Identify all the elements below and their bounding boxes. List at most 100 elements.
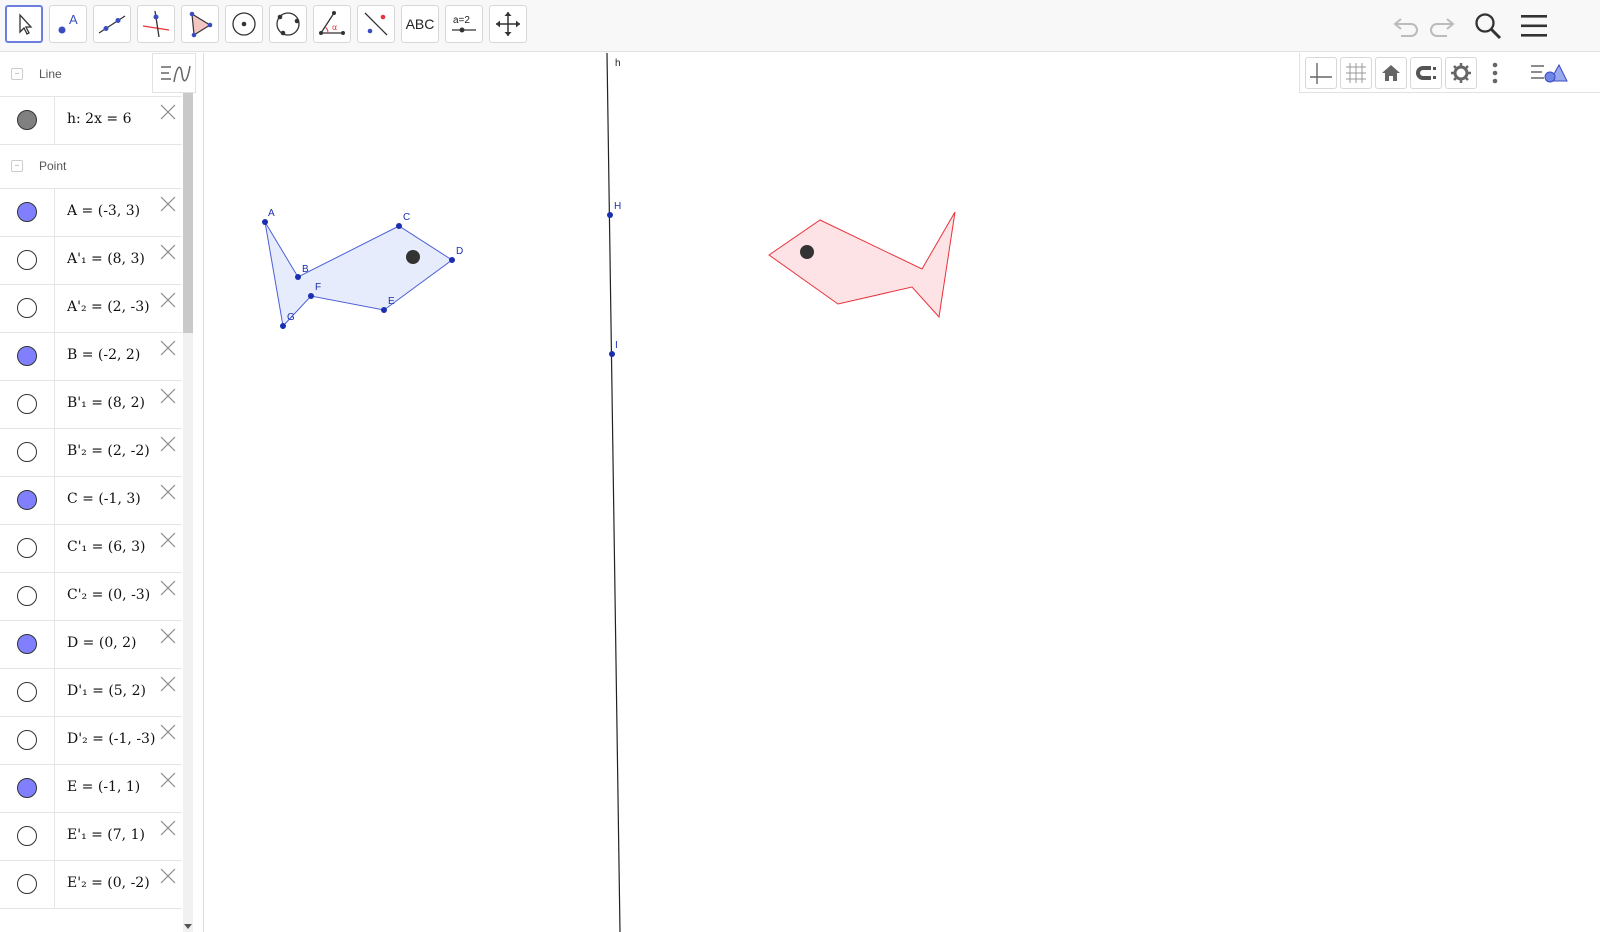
list-item[interactable]: D'₁ = (5, 2) [0,669,182,717]
algebra-expression[interactable]: B'₁ = (8, 2) [67,395,145,411]
polygon-tool[interactable] [181,5,219,43]
list-item[interactable]: D = (0, 2) [0,621,182,669]
delete-icon[interactable] [159,819,177,837]
delete-icon[interactable] [159,627,177,645]
delete-icon[interactable] [159,771,177,789]
visibility-toggle[interactable] [0,97,55,144]
delete-icon[interactable] [159,387,177,405]
delete-icon[interactable] [159,435,177,453]
blue-polygon[interactable] [264,221,453,328]
more-options-button[interactable] [1490,59,1500,87]
algebra-expression[interactable]: B'₂ = (2, -2) [67,443,150,459]
list-item[interactable]: B'₂ = (2, -2) [0,429,182,477]
visibility-toggle[interactable] [0,669,55,716]
point-E[interactable] [381,307,387,313]
delete-icon[interactable] [159,103,177,121]
visibility-toggle[interactable] [0,189,55,236]
undo-button[interactable] [1390,10,1422,42]
main-menu-button[interactable] [1518,10,1550,42]
algebra-expression[interactable]: C'₂ = (0, -3) [67,587,150,603]
point-I[interactable] [609,351,615,357]
visibility-toggle[interactable] [0,813,55,860]
algebra-expression[interactable]: A'₁ = (8, 3) [67,251,145,267]
delete-icon[interactable] [159,483,177,501]
algebra-expression[interactable]: A'₂ = (2, -3) [67,299,150,315]
perpendicular-tool[interactable] [137,5,175,43]
delete-icon[interactable] [159,867,177,885]
delete-icon[interactable] [159,243,177,261]
list-item[interactable]: E'₂ = (0, -2) [0,861,182,909]
list-item[interactable]: h: 2x = 6 [0,97,182,145]
line-h[interactable] [606,53,621,932]
point-C[interactable] [396,223,402,229]
algebra-expression[interactable]: E = (-1, 1) [67,779,140,795]
delete-icon[interactable] [159,339,177,357]
algebra-expression[interactable]: C = (-1, 3) [67,491,141,507]
visibility-toggle[interactable] [0,621,55,668]
delete-icon[interactable] [159,291,177,309]
delete-icon[interactable] [159,531,177,549]
delete-icon[interactable] [159,723,177,741]
list-item[interactable]: B'₁ = (8, 2) [0,381,182,429]
algebra-expression[interactable]: E'₁ = (7, 1) [67,827,145,843]
delete-icon[interactable] [159,579,177,597]
graphics-view[interactable]: h H I A B C D E F G [205,53,1600,932]
point-capturing-button[interactable] [1410,57,1442,89]
circle-center-point-tool[interactable] [225,5,263,43]
collapse-icon[interactable]: – [11,68,23,80]
point-H[interactable] [607,212,613,218]
algebra-expression[interactable]: D = (0, 2) [67,635,137,651]
list-item[interactable]: A = (-3, 3) [0,189,182,237]
move-graphics-tool[interactable] [489,5,527,43]
delete-icon[interactable] [159,195,177,213]
point-tool[interactable]: A [49,5,87,43]
visibility-toggle[interactable] [0,573,55,620]
visibility-toggle[interactable] [0,381,55,428]
collapse-icon[interactable]: – [11,160,23,172]
list-item[interactable]: C'₂ = (0, -3) [0,573,182,621]
visibility-toggle[interactable] [0,285,55,332]
visibility-toggle[interactable] [0,861,55,908]
style-bar-toggle-button[interactable] [1528,57,1568,89]
toggle-axes-button[interactable] [1305,57,1337,89]
point-A[interactable] [262,219,268,225]
slider-tool[interactable]: a=2 [445,5,483,43]
redo-button[interactable] [1426,10,1458,42]
algebra-expression[interactable]: h: 2x = 6 [67,111,132,127]
list-item[interactable]: C'₁ = (6, 3) [0,525,182,573]
reflect-about-line-tool[interactable] [357,5,395,43]
list-item[interactable]: A'₁ = (8, 3) [0,237,182,285]
list-item[interactable]: E = (-1, 1) [0,765,182,813]
toggle-grid-button[interactable] [1340,57,1372,89]
scrollbar-thumb[interactable] [183,93,193,333]
standard-view-button[interactable] [1375,57,1407,89]
line-tool[interactable] [93,5,131,43]
algebra-expression[interactable]: D'₂ = (-1, -3) [67,731,155,747]
point-G[interactable] [280,323,286,329]
algebra-expression[interactable]: D'₁ = (5, 2) [67,683,146,699]
algebra-expression[interactable]: C'₁ = (6, 3) [67,539,145,555]
algebra-description-toggle-button[interactable] [152,53,196,93]
algebra-scrollbar[interactable] [183,93,193,932]
visibility-toggle[interactable] [0,765,55,812]
list-item[interactable]: A'₂ = (2, -3) [0,285,182,333]
move-tool[interactable] [5,5,43,43]
point-B[interactable] [295,274,301,280]
algebra-expression[interactable]: A = (-3, 3) [67,203,140,219]
list-item[interactable]: B = (-2, 2) [0,333,182,381]
delete-icon[interactable] [159,675,177,693]
text-tool[interactable]: ABC [401,5,439,43]
visibility-toggle[interactable] [0,525,55,572]
red-polygon[interactable] [768,211,956,319]
visibility-toggle[interactable] [0,717,55,764]
algebra-expression[interactable]: E'₂ = (0, -2) [67,875,150,891]
group-header-point[interactable]: – Point [0,145,182,189]
list-item[interactable]: E'₁ = (7, 1) [0,813,182,861]
visibility-toggle[interactable] [0,333,55,380]
visibility-toggle[interactable] [0,237,55,284]
list-item[interactable]: C = (-1, 3) [0,477,182,525]
algebra-expression[interactable]: B = (-2, 2) [67,347,140,363]
scroll-down-arrow-icon[interactable] [183,922,193,930]
angle-tool[interactable]: α [313,5,351,43]
red-fish-eye[interactable] [800,245,814,259]
